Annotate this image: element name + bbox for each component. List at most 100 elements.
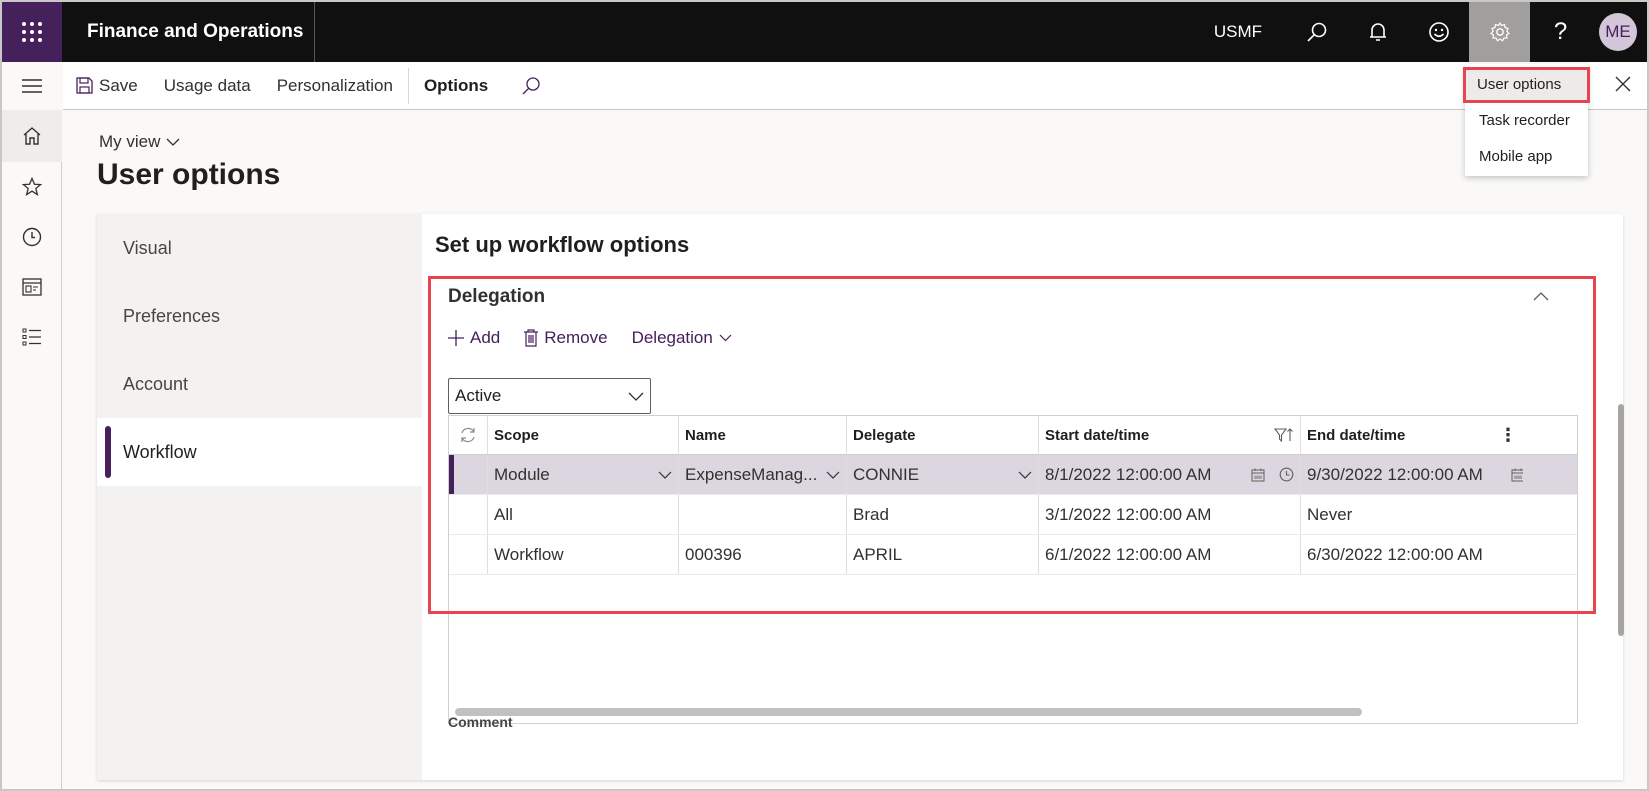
chevron-down-icon	[719, 334, 732, 342]
workflow-panel: Set up workflow options Delegation Add R…	[422, 214, 1624, 780]
status-filter-select[interactable]: Active	[448, 378, 651, 414]
filter-sort-icon	[1274, 428, 1293, 442]
company-picker[interactable]: USMF	[1214, 22, 1262, 42]
vertical-tabs: Visual Preferences Account Workflow	[97, 214, 422, 780]
remove-button[interactable]: Remove	[524, 328, 608, 348]
chevron-down-icon	[166, 138, 180, 146]
column-header-scope[interactable]: Scope	[488, 416, 679, 454]
menu-item-mobile-app[interactable]: Mobile app	[1465, 139, 1588, 175]
table-row[interactable]: Workflow 000396 APRIL 6/1/2022 12:00:00 …	[449, 535, 1577, 575]
column-label: Scope	[494, 426, 540, 444]
end-date-cell[interactable]: Never	[1301, 495, 1523, 534]
help-icon: ?	[1553, 18, 1568, 45]
scope-cell[interactable]: All	[488, 495, 679, 534]
avatar[interactable]: ME	[1599, 13, 1637, 51]
row-selector[interactable]	[449, 455, 488, 494]
clock-icon[interactable]	[1279, 467, 1294, 482]
usage-data-button[interactable]: Usage data	[151, 62, 264, 110]
app-window: Finance and Operations USMF ? ME Save Us…	[2, 2, 1647, 789]
status-filter-value: Active	[455, 386, 502, 405]
plus-icon	[448, 330, 464, 346]
list-icon	[22, 328, 41, 346]
options-tab[interactable]: Options	[411, 62, 501, 110]
nav-favorites[interactable]	[2, 162, 62, 212]
table-row[interactable]: All Brad 3/1/2022 12:00:00 AM Never	[449, 495, 1577, 535]
tab-account[interactable]: Account	[97, 350, 422, 418]
add-button[interactable]: Add	[448, 328, 500, 348]
settings-menu: User options Task recorder Mobile app	[1463, 64, 1590, 176]
delegate-cell[interactable]: APRIL	[847, 535, 1039, 574]
scope-cell[interactable]: Workflow	[488, 535, 679, 574]
menu-item-user-options[interactable]: User options	[1463, 67, 1590, 103]
action-search-button[interactable]	[501, 62, 554, 110]
delegate-cell[interactable]: CONNIE	[847, 455, 1039, 494]
personalization-button[interactable]: Personalization	[264, 62, 406, 110]
search-icon	[1306, 22, 1326, 42]
search-button[interactable]	[1286, 2, 1347, 62]
calendar-icon[interactable]	[1511, 468, 1523, 482]
save-icon	[76, 77, 93, 94]
scope-cell[interactable]: Module	[488, 455, 679, 494]
collapse-button[interactable]	[1533, 288, 1549, 306]
gear-icon	[1489, 21, 1510, 42]
workspace-icon	[22, 278, 42, 296]
calendar-icon[interactable]	[1251, 468, 1265, 482]
row-selector[interactable]	[449, 535, 488, 574]
column-header-end[interactable]: End date/time ⋮	[1301, 416, 1523, 454]
column-header-start[interactable]: Start date/time	[1039, 416, 1301, 454]
delegation-toolbar: Add Remove Delegation	[448, 328, 732, 348]
help-button[interactable]: ?	[1530, 2, 1591, 62]
grid-header-row: Scope Name Delegate Start date/time End …	[449, 416, 1577, 455]
horizontal-scrollbar[interactable]	[455, 708, 1362, 716]
name-cell[interactable]: 000396	[679, 535, 847, 574]
column-header-name[interactable]: Name	[679, 416, 847, 454]
hamburger-icon	[22, 79, 42, 93]
refresh-button[interactable]	[449, 416, 488, 454]
nav-workspaces[interactable]	[2, 262, 62, 312]
nav-home[interactable]	[2, 110, 62, 162]
close-button[interactable]	[1613, 74, 1633, 99]
app-launcher-button[interactable]	[2, 2, 62, 62]
delegate-cell[interactable]: Brad	[847, 495, 1039, 534]
nav-recent[interactable]	[2, 212, 62, 262]
end-date-cell[interactable]: 6/30/2022 12:00:00 AM	[1301, 535, 1523, 574]
table-row[interactable]: Module ExpenseManag... CONNIE 8/1/2022 1…	[449, 455, 1577, 495]
feedback-button[interactable]	[1408, 2, 1469, 62]
column-header-delegate[interactable]: Delegate	[847, 416, 1039, 454]
action-pane: Save Usage data Personalization Options …	[63, 62, 1647, 110]
save-button[interactable]: Save	[63, 62, 151, 110]
divider	[407, 67, 409, 104]
close-icon	[1615, 76, 1631, 92]
delegation-menu-button[interactable]: Delegation	[632, 328, 732, 348]
tab-visual[interactable]: Visual	[97, 214, 422, 282]
row-selector[interactable]	[449, 495, 488, 534]
vertical-scrollbar[interactable]	[1618, 404, 1624, 636]
menu-item-task-recorder[interactable]: Task recorder	[1465, 103, 1588, 139]
name-cell[interactable]: ExpenseManag...	[679, 455, 847, 494]
end-date-cell[interactable]: 9/30/2022 12:00:00 AM	[1301, 455, 1523, 494]
smiley-icon	[1428, 22, 1449, 42]
notifications-button[interactable]	[1347, 2, 1408, 62]
chevron-up-icon	[1533, 292, 1549, 301]
section-title: Set up workflow options	[435, 232, 690, 257]
tab-preferences[interactable]: Preferences	[97, 282, 422, 350]
chevron-down-icon[interactable]	[826, 471, 840, 479]
search-icon	[522, 76, 540, 94]
start-date-cell[interactable]: 8/1/2022 12:00:00 AM	[1039, 455, 1301, 494]
more-options-icon[interactable]: ⋮	[1499, 425, 1517, 446]
delegation-fasttab-title[interactable]: Delegation	[448, 286, 545, 308]
navigation-rail	[2, 62, 62, 789]
start-date-cell[interactable]: 6/1/2022 12:00:00 AM	[1039, 535, 1301, 574]
name-cell[interactable]	[679, 495, 847, 534]
chevron-down-icon[interactable]	[658, 471, 672, 479]
tab-workflow[interactable]: Workflow	[97, 418, 422, 486]
options-card: Visual Preferences Account Workflow Set …	[97, 214, 1624, 780]
start-date-cell[interactable]: 3/1/2022 12:00:00 AM	[1039, 495, 1301, 534]
hamburger-menu-button[interactable]	[2, 62, 62, 110]
app-title[interactable]: Finance and Operations	[62, 2, 315, 62]
settings-button[interactable]	[1469, 2, 1530, 62]
comment-label: Comment	[448, 714, 513, 730]
chevron-down-icon[interactable]	[1018, 471, 1032, 479]
nav-modules[interactable]	[2, 312, 62, 362]
view-selector[interactable]: My view	[99, 132, 180, 152]
